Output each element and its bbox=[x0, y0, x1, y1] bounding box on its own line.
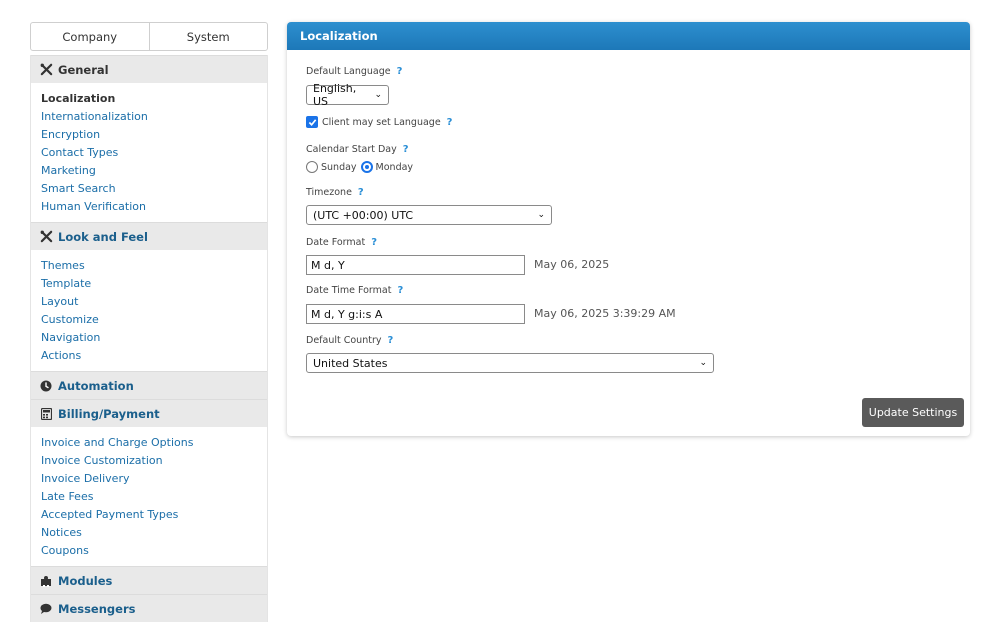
radio-sunday[interactable] bbox=[306, 161, 318, 173]
sidebar-item-coupons[interactable]: Coupons bbox=[41, 542, 267, 560]
chevron-down-icon: ⌄ bbox=[374, 90, 382, 100]
sidebar-item-invoice-charge-options[interactable]: Invoice and Charge Options bbox=[41, 434, 267, 452]
radio-monday-label: Monday bbox=[375, 161, 414, 173]
sidebar-item-marketing[interactable]: Marketing bbox=[41, 162, 267, 180]
timezone-value: (UTC +00:00) UTC bbox=[313, 208, 414, 222]
clock-icon bbox=[39, 380, 53, 392]
default-language-group: Default Language ? bbox=[306, 66, 402, 77]
section-general-items: Localization Internationalization Encryp… bbox=[31, 83, 267, 222]
sidebar-item-themes[interactable]: Themes bbox=[41, 257, 267, 275]
section-general-label: General bbox=[58, 62, 109, 77]
tab-system[interactable]: System bbox=[148, 23, 268, 50]
section-billing-payment[interactable]: Billing/Payment bbox=[31, 399, 267, 427]
default-country-label: Default Country bbox=[306, 335, 382, 346]
calendar-start-label: Calendar Start Day bbox=[306, 144, 397, 155]
datetime-format-preview: May 06, 2025 3:39:29 AM bbox=[534, 307, 676, 320]
sidebar-item-encryption[interactable]: Encryption bbox=[41, 126, 267, 144]
default-language-value: English, US bbox=[313, 82, 357, 108]
update-settings-button[interactable]: Update Settings bbox=[862, 398, 964, 427]
default-country-select[interactable]: United States ⌄ bbox=[306, 353, 714, 373]
sidebar: Company System General Localization Inte… bbox=[30, 22, 268, 622]
localization-panel: Localization Default Language ? English,… bbox=[287, 22, 970, 436]
tools-icon bbox=[39, 230, 53, 243]
calendar-start-options: Sunday Monday bbox=[306, 161, 417, 173]
section-look-and-feel[interactable]: Look and Feel bbox=[31, 222, 267, 250]
sidebar-item-localization[interactable]: Localization bbox=[41, 90, 267, 108]
sidebar-item-contact-types[interactable]: Contact Types bbox=[41, 144, 267, 162]
client-language-checkbox[interactable] bbox=[306, 116, 318, 128]
section-messengers-label: Messengers bbox=[58, 601, 136, 616]
sidebar-item-actions[interactable]: Actions bbox=[41, 347, 267, 365]
datetime-format-input[interactable]: M d, Y g:i:s A bbox=[306, 304, 525, 324]
default-language-label: Default Language bbox=[306, 66, 391, 77]
date-format-label-row: Date Format ? bbox=[306, 237, 377, 248]
section-modules[interactable]: Modules bbox=[31, 566, 267, 594]
default-language-label-row: Default Language ? bbox=[306, 66, 402, 77]
section-look-and-feel-label: Look and Feel bbox=[58, 229, 148, 244]
section-billing-payment-label: Billing/Payment bbox=[58, 406, 160, 421]
tab-company[interactable]: Company bbox=[31, 23, 149, 50]
section-general[interactable]: General bbox=[31, 55, 267, 83]
sidebar-item-customize[interactable]: Customize bbox=[41, 311, 267, 329]
client-language-row: Client may set Language ? bbox=[306, 116, 452, 128]
chat-icon bbox=[39, 603, 53, 614]
sidebar-item-invoice-delivery[interactable]: Invoice Delivery bbox=[41, 470, 267, 488]
default-country-label-row: Default Country ? bbox=[306, 335, 393, 346]
sidebar-item-accepted-payment-types[interactable]: Accepted Payment Types bbox=[41, 506, 267, 524]
date-format-label: Date Format bbox=[306, 237, 366, 248]
settings-menu: General Localization Internationalizatio… bbox=[30, 55, 268, 622]
sidebar-item-navigation[interactable]: Navigation bbox=[41, 329, 267, 347]
tools-icon bbox=[39, 63, 53, 76]
radio-monday[interactable] bbox=[360, 161, 373, 173]
timezone-label-row: Timezone ? bbox=[306, 187, 364, 198]
panel-body: Default Language ? English, US ⌄ Client … bbox=[287, 50, 970, 373]
section-automation-label: Automation bbox=[58, 378, 134, 393]
default-language-select[interactable]: English, US ⌄ bbox=[306, 82, 389, 108]
sidebar-item-internationalization[interactable]: Internationalization bbox=[41, 108, 267, 126]
section-automation[interactable]: Automation bbox=[31, 371, 267, 399]
default-country-value: United States bbox=[313, 356, 388, 370]
help-icon[interactable]: ? bbox=[403, 144, 409, 155]
section-billing-payment-items: Invoice and Charge Options Invoice Custo… bbox=[31, 427, 267, 566]
help-icon[interactable]: ? bbox=[358, 187, 364, 198]
calculator-icon bbox=[39, 407, 53, 420]
sidebar-item-notices[interactable]: Notices bbox=[41, 524, 267, 542]
puzzle-icon bbox=[39, 575, 53, 587]
date-format-preview: May 06, 2025 bbox=[534, 258, 610, 271]
section-modules-label: Modules bbox=[58, 573, 113, 588]
timezone-label: Timezone bbox=[306, 187, 352, 198]
section-look-and-feel-items: Themes Template Layout Customize Navigat… bbox=[31, 250, 267, 371]
help-icon[interactable]: ? bbox=[397, 285, 403, 296]
panel-title: Localization bbox=[287, 22, 970, 50]
settings-tabs: Company System bbox=[30, 22, 268, 51]
help-icon[interactable]: ? bbox=[371, 237, 377, 248]
datetime-format-label-row: Date Time Format ? bbox=[306, 285, 403, 296]
timezone-select[interactable]: (UTC +00:00) UTC ⌄ bbox=[306, 205, 552, 225]
help-icon[interactable]: ? bbox=[397, 66, 403, 77]
sidebar-item-layout[interactable]: Layout bbox=[41, 293, 267, 311]
chevron-down-icon: ⌄ bbox=[537, 210, 545, 220]
help-icon[interactable]: ? bbox=[447, 117, 453, 128]
datetime-format-label: Date Time Format bbox=[306, 285, 392, 296]
section-messengers[interactable]: Messengers bbox=[31, 594, 267, 622]
chevron-down-icon: ⌄ bbox=[699, 358, 707, 368]
client-language-label: Client may set Language bbox=[322, 116, 441, 128]
sidebar-item-invoice-customization[interactable]: Invoice Customization bbox=[41, 452, 267, 470]
radio-sunday-label: Sunday bbox=[321, 161, 357, 173]
sidebar-item-late-fees[interactable]: Late Fees bbox=[41, 488, 267, 506]
sidebar-item-human-verification[interactable]: Human Verification bbox=[41, 198, 267, 216]
sidebar-item-smart-search[interactable]: Smart Search bbox=[41, 180, 267, 198]
calendar-start-label-row: Calendar Start Day ? bbox=[306, 144, 409, 155]
help-icon[interactable]: ? bbox=[387, 335, 393, 346]
sidebar-item-template[interactable]: Template bbox=[41, 275, 267, 293]
date-format-input[interactable]: M d, Y bbox=[306, 255, 525, 275]
